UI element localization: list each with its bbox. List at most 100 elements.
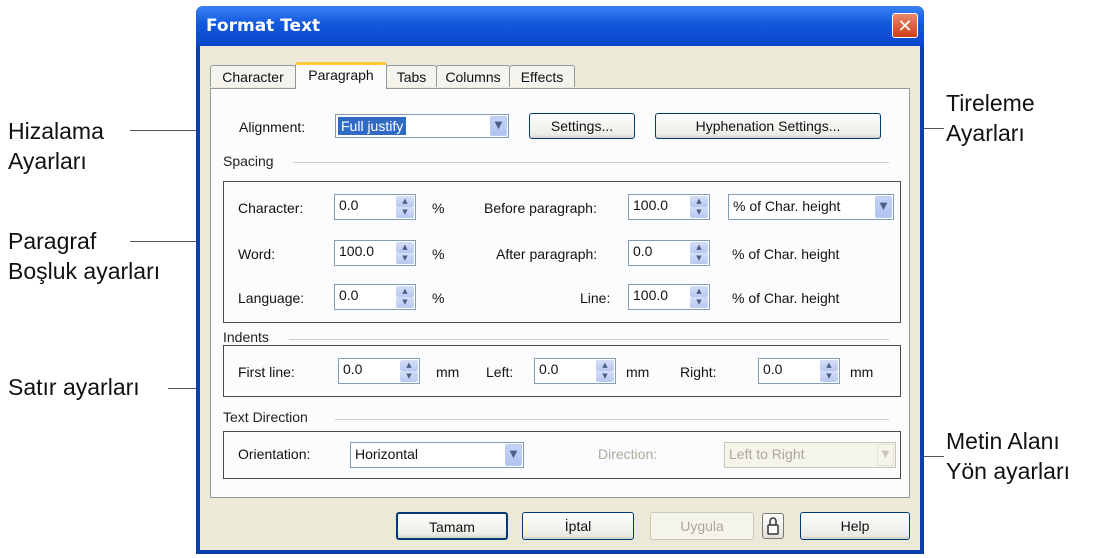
unit-label: % <box>432 246 445 262</box>
divider <box>335 419 889 420</box>
spin-down-icon[interactable]: ▼ <box>690 297 708 308</box>
tab-paragraph[interactable]: Paragraph <box>295 62 387 89</box>
annotation-hyphenation: Tireleme Ayarları <box>946 88 1035 148</box>
annotation-text: Ayarları <box>8 148 87 174</box>
lock-icon[interactable] <box>762 513 784 539</box>
alignment-select[interactable]: Full justify ▼ <box>335 114 509 138</box>
dialog-body: Character Paragraph Tabs Columns Effects… <box>200 46 920 550</box>
cancel-button[interactable]: İptal <box>522 512 634 540</box>
indents-group: First line: 0.0 ▲ ▼ mm Left: 0.0 ▲ ▼ mm … <box>223 345 901 397</box>
direction-select[interactable]: Left to Right ▼ <box>724 442 896 468</box>
close-icon[interactable]: ✕ <box>892 13 918 38</box>
spin-down-icon[interactable]: ▼ <box>400 371 418 382</box>
annotation-text: Metin Alanı <box>946 428 1060 454</box>
spin-up-icon[interactable]: ▲ <box>400 360 418 371</box>
orientation-select[interactable]: Horizontal ▼ <box>350 442 524 468</box>
paragraph-panel: Alignment: Full justify ▼ Settings... Hy… <box>210 88 910 498</box>
text-direction-group: Orientation: Horizontal ▼ Direction: Lef… <box>223 431 901 479</box>
text-direction-section-title: Text Direction <box>223 409 308 425</box>
first-line-label: First line: <box>238 364 295 380</box>
spacing-section-title: Spacing <box>223 153 274 169</box>
line-spacing-label: Line: <box>580 290 611 306</box>
annotation-text: Boşluk ayarları <box>8 258 161 284</box>
unit-label: % <box>432 200 445 216</box>
spin-down-icon[interactable]: ▼ <box>396 253 414 264</box>
dialog-title: Format Text <box>206 16 321 36</box>
annotation-text-direction: Metin Alanı Yön ayarları <box>946 426 1070 486</box>
before-paragraph-unit-select[interactable]: % of Char. height ▼ <box>728 194 894 220</box>
title-bar[interactable]: Format Text ✕ <box>196 6 924 46</box>
spin-up-icon[interactable]: ▲ <box>396 286 414 297</box>
spin-up-icon[interactable]: ▲ <box>596 360 614 371</box>
chevron-down-icon[interactable]: ▼ <box>875 196 892 218</box>
unit-label: % of Char. height <box>732 246 840 262</box>
ok-button[interactable]: Tamam <box>396 512 508 540</box>
format-text-dialog: Format Text ✕ Character Paragraph Tabs C… <box>196 6 924 554</box>
alignment-label: Alignment: <box>239 119 306 135</box>
after-paragraph-label: After paragraph: <box>496 246 598 262</box>
settings-button[interactable]: Settings... <box>529 113 635 139</box>
select-value: % of Char. height <box>733 198 841 214</box>
help-button[interactable]: Help <box>800 512 910 540</box>
spin-down-icon[interactable]: ▼ <box>690 207 708 218</box>
before-paragraph-spinner[interactable]: 100.0 ▲ ▼ <box>628 194 710 220</box>
spin-up-icon[interactable]: ▲ <box>396 196 414 207</box>
annotation-text: Hizalama <box>8 118 104 144</box>
language-spacing-spinner[interactable]: 0.0 ▲ ▼ <box>334 284 416 310</box>
character-spacing-spinner[interactable]: 0.0 ▲ ▼ <box>334 194 416 220</box>
hyphenation-settings-button[interactable]: Hyphenation Settings... <box>655 113 881 139</box>
tab-character[interactable]: Character <box>210 65 296 87</box>
language-spacing-label: Language: <box>238 290 305 306</box>
chevron-down-icon[interactable]: ▼ <box>877 444 894 466</box>
unit-label: mm <box>850 364 874 380</box>
after-paragraph-spinner[interactable]: 0.0 ▲ ▼ <box>628 240 710 266</box>
left-indent-label: Left: <box>486 364 514 380</box>
unit-label: mm <box>436 364 460 380</box>
annotation-text: Satır ayarları <box>8 374 140 400</box>
line-spacing-spinner[interactable]: 100.0 ▲ ▼ <box>628 284 710 310</box>
spinner-value: 0.0 <box>539 361 559 377</box>
right-indent-spinner[interactable]: 0.0 ▲ ▼ <box>758 358 840 384</box>
first-line-spinner[interactable]: 0.0 ▲ ▼ <box>338 358 420 384</box>
annotation-text: Ayarları <box>946 120 1025 146</box>
select-value: Horizontal <box>355 446 419 462</box>
annotation-text: Yön ayarları <box>946 458 1071 484</box>
chevron-down-icon[interactable]: ▼ <box>505 444 522 466</box>
left-indent-spinner[interactable]: 0.0 ▲ ▼ <box>534 358 616 384</box>
spin-up-icon[interactable]: ▲ <box>690 196 708 207</box>
tab-effects[interactable]: Effects <box>509 65 575 87</box>
annotation-text: Tireleme <box>946 90 1035 116</box>
spinner-value: 0.0 <box>763 361 783 377</box>
spinner-value: 100.0 <box>339 243 375 259</box>
spin-down-icon[interactable]: ▼ <box>820 371 838 382</box>
spin-up-icon[interactable]: ▲ <box>690 242 708 253</box>
spinner-value: 0.0 <box>339 287 359 303</box>
tab-tabs[interactable]: Tabs <box>386 65 437 87</box>
spin-up-icon[interactable]: ▲ <box>396 242 414 253</box>
spin-up-icon[interactable]: ▲ <box>690 286 708 297</box>
unit-label: mm <box>626 364 650 380</box>
spin-down-icon[interactable]: ▼ <box>396 207 414 218</box>
orientation-label: Orientation: <box>238 446 311 462</box>
word-spacing-spinner[interactable]: 100.0 ▲ ▼ <box>334 240 416 266</box>
select-value: Left to Right <box>729 446 805 462</box>
spin-down-icon[interactable]: ▼ <box>396 297 414 308</box>
alignment-value: Full justify <box>338 117 407 135</box>
spin-down-icon[interactable]: ▼ <box>690 253 708 264</box>
indents-section-title: Indents <box>223 329 269 345</box>
annotation-line: Satır ayarları <box>8 372 140 402</box>
spinner-value: 0.0 <box>343 361 363 377</box>
annotation-paragraph-spacing: Paragraf Boşluk ayarları <box>8 226 160 286</box>
unit-label: % <box>432 290 445 306</box>
spin-down-icon[interactable]: ▼ <box>596 371 614 382</box>
spin-up-icon[interactable]: ▲ <box>820 360 838 371</box>
lock-glyph <box>767 517 779 535</box>
apply-button[interactable]: Uygula <box>650 512 754 540</box>
spinner-value: 100.0 <box>633 197 669 213</box>
unit-label: % of Char. height <box>732 290 840 306</box>
annotation-alignment: Hizalama Ayarları <box>8 116 104 176</box>
chevron-down-icon[interactable]: ▼ <box>490 116 507 136</box>
tab-columns[interactable]: Columns <box>436 65 510 87</box>
spinner-value: 100.0 <box>633 287 669 303</box>
character-spacing-label: Character: <box>238 200 304 216</box>
